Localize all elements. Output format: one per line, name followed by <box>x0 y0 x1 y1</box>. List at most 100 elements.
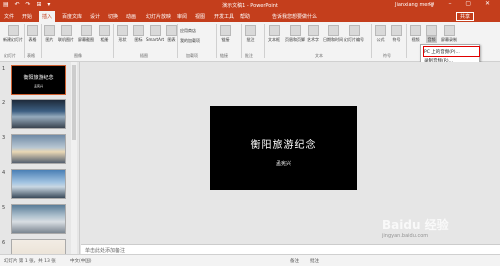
audio-button[interactable]: 音频 <box>426 25 437 43</box>
slide-count: 幻灯片 第 1 张，共 13 张 <box>4 259 56 264</box>
store-button[interactable]: 应用商店 <box>180 28 196 34</box>
store-label: 应用商店 <box>180 28 196 33</box>
screenshot-button[interactable]: 屏幕截图 <box>78 25 94 43</box>
group-addins: 加载项 <box>186 53 198 58</box>
my-addins-button[interactable]: 我的加载项 <box>180 38 200 44</box>
slide-thumbnail-5[interactable] <box>11 204 66 234</box>
group-comments: 批注 <box>245 53 253 58</box>
share-button[interactable]: 共享 <box>456 12 475 21</box>
notes-placeholder: 单击此处添加备注 <box>85 248 126 254</box>
title-bar: ▤ ↶ ↷ ⊞ ▾ 演示文稿1 - PowerPoint Jianxiang m… <box>0 0 500 10</box>
ribbon-divider <box>264 24 265 58</box>
scrollbar-thumb[interactable] <box>72 65 76 140</box>
wordart-button[interactable]: 艺术字 <box>307 25 319 43</box>
header-footer-icon <box>289 25 301 36</box>
slide-thumbnail-3[interactable] <box>11 134 66 164</box>
screenshot-label: 屏幕截图 <box>78 37 94 42</box>
slide-number-button[interactable]: 幻灯片编号 <box>344 25 364 43</box>
date-time-label: 日期和时间 <box>323 37 343 42</box>
slide-number-3: 3 <box>2 135 6 141</box>
tab-view[interactable]: 视图 <box>195 13 205 20</box>
baidu-watermark: Baidu 经验 jingyan.baidu.com <box>382 216 492 256</box>
slide-thumbnail-2[interactable] <box>11 99 66 129</box>
video-label: 视频 <box>411 37 420 42</box>
comment-icon <box>245 25 256 36</box>
chart-icon <box>166 25 177 36</box>
slide-number-4: 4 <box>2 170 6 176</box>
slide-thumbnail-6[interactable] <box>11 239 66 254</box>
wordart-label: 艺术字 <box>307 37 319 42</box>
shapes-label: 形状 <box>118 37 127 42</box>
notes-toggle[interactable]: 备注 <box>290 258 299 264</box>
shapes-icon <box>117 25 128 36</box>
link-icon <box>220 25 231 36</box>
slide-title[interactable]: 衡阳旅游纪念 <box>210 136 357 151</box>
tab-review[interactable]: 审阅 <box>177 13 187 20</box>
tab-home[interactable]: 开始 <box>22 13 32 20</box>
shapes-button[interactable]: 形状 <box>117 25 128 43</box>
quick-access-toolbar[interactable]: ▤ ↶ ↷ ⊞ ▾ <box>3 1 52 8</box>
window-controls[interactable]: ▭ – ▢ ✕ <box>429 0 496 7</box>
my-addins-label: 我的加载项 <box>180 38 200 43</box>
comment-label: 批注 <box>246 37 255 42</box>
tab-slideshow[interactable]: 幻灯片放映 <box>146 13 171 20</box>
tab-baidu-wenku[interactable]: 百度文库 <box>62 13 82 20</box>
audio-label: 音频 <box>427 37 436 42</box>
ribbon-divider <box>371 24 372 58</box>
tab-transitions[interactable]: 切换 <box>108 13 118 20</box>
icons-icon <box>133 25 144 36</box>
group-slides: 幻灯片 <box>4 53 16 58</box>
screenshot-icon <box>80 25 92 36</box>
tab-design[interactable]: 设计 <box>90 13 100 20</box>
header-footer-button[interactable]: 页眉和页脚 <box>285 25 305 43</box>
date-time-button[interactable]: 日期和时间 <box>323 25 343 43</box>
ribbon-divider <box>24 24 25 58</box>
slide-thumbnail-4[interactable] <box>11 169 66 199</box>
video-button[interactable]: 视频 <box>410 25 421 43</box>
group-links: 链接 <box>220 53 228 58</box>
online-image-label: 联机图片 <box>58 37 74 42</box>
tab-animations[interactable]: 动画 <box>126 13 136 20</box>
icons-button[interactable]: 图标 <box>133 25 144 43</box>
table-button[interactable]: 表格 <box>27 25 38 43</box>
tell-me-search[interactable]: 告诉我您想要做什么 <box>272 13 317 20</box>
slide-thumbnail-1[interactable]: 衡阳旅游纪念 孟宪兴 <box>11 65 66 95</box>
ribbon-divider <box>406 24 407 58</box>
highlight-box <box>423 46 480 57</box>
tab-file[interactable]: 文件 <box>4 13 14 20</box>
group-symbols: 符号 <box>383 53 391 58</box>
image-button[interactable]: 图片 <box>44 25 55 43</box>
tab-developer[interactable]: 开发工具 <box>214 13 234 20</box>
image-label: 图片 <box>45 37 54 42</box>
online-image-button[interactable]: 联机图片 <box>58 25 74 43</box>
ribbon-divider <box>177 24 178 58</box>
tab-insert[interactable]: 插入 <box>39 11 56 22</box>
link-button[interactable]: 链接 <box>220 25 231 43</box>
textbox-button[interactable]: 文本框 <box>268 25 280 43</box>
link-label: 链接 <box>221 37 230 42</box>
smartart-button[interactable]: SmartArt <box>146 25 164 42</box>
video-icon <box>410 25 421 36</box>
tab-help[interactable]: 帮助 <box>240 13 250 20</box>
screen-record-button[interactable]: 屏幕录制 <box>441 25 457 43</box>
document-title: 演示文稿1 - PowerPoint <box>222 3 278 9</box>
comments-toggle[interactable]: 批注 <box>310 258 319 264</box>
thumbnail-scrollbar[interactable] <box>71 62 77 254</box>
symbol-icon <box>391 25 402 36</box>
screen-record-icon <box>443 25 455 36</box>
comment-button[interactable]: 批注 <box>245 25 256 43</box>
wordart-icon <box>307 25 319 36</box>
slide-number-5: 5 <box>2 205 6 211</box>
image-icon <box>44 25 55 36</box>
symbol-button[interactable]: 符号 <box>391 25 402 43</box>
slide-subtitle[interactable]: 孟宪兴 <box>210 160 357 167</box>
album-button[interactable]: 相册 <box>99 25 110 43</box>
language-indicator[interactable]: 中文(中国) <box>70 258 92 264</box>
smartart-label: SmartArt <box>146 37 165 42</box>
date-time-icon <box>327 25 339 36</box>
new-slide-button[interactable]: 新建幻灯片 <box>3 25 23 43</box>
current-slide[interactable]: 衡阳旅游纪念 孟宪兴 <box>210 106 357 190</box>
equation-button[interactable]: 公式 <box>375 25 386 43</box>
ribbon-divider <box>41 24 42 58</box>
chart-button[interactable]: 图表 <box>166 25 177 43</box>
